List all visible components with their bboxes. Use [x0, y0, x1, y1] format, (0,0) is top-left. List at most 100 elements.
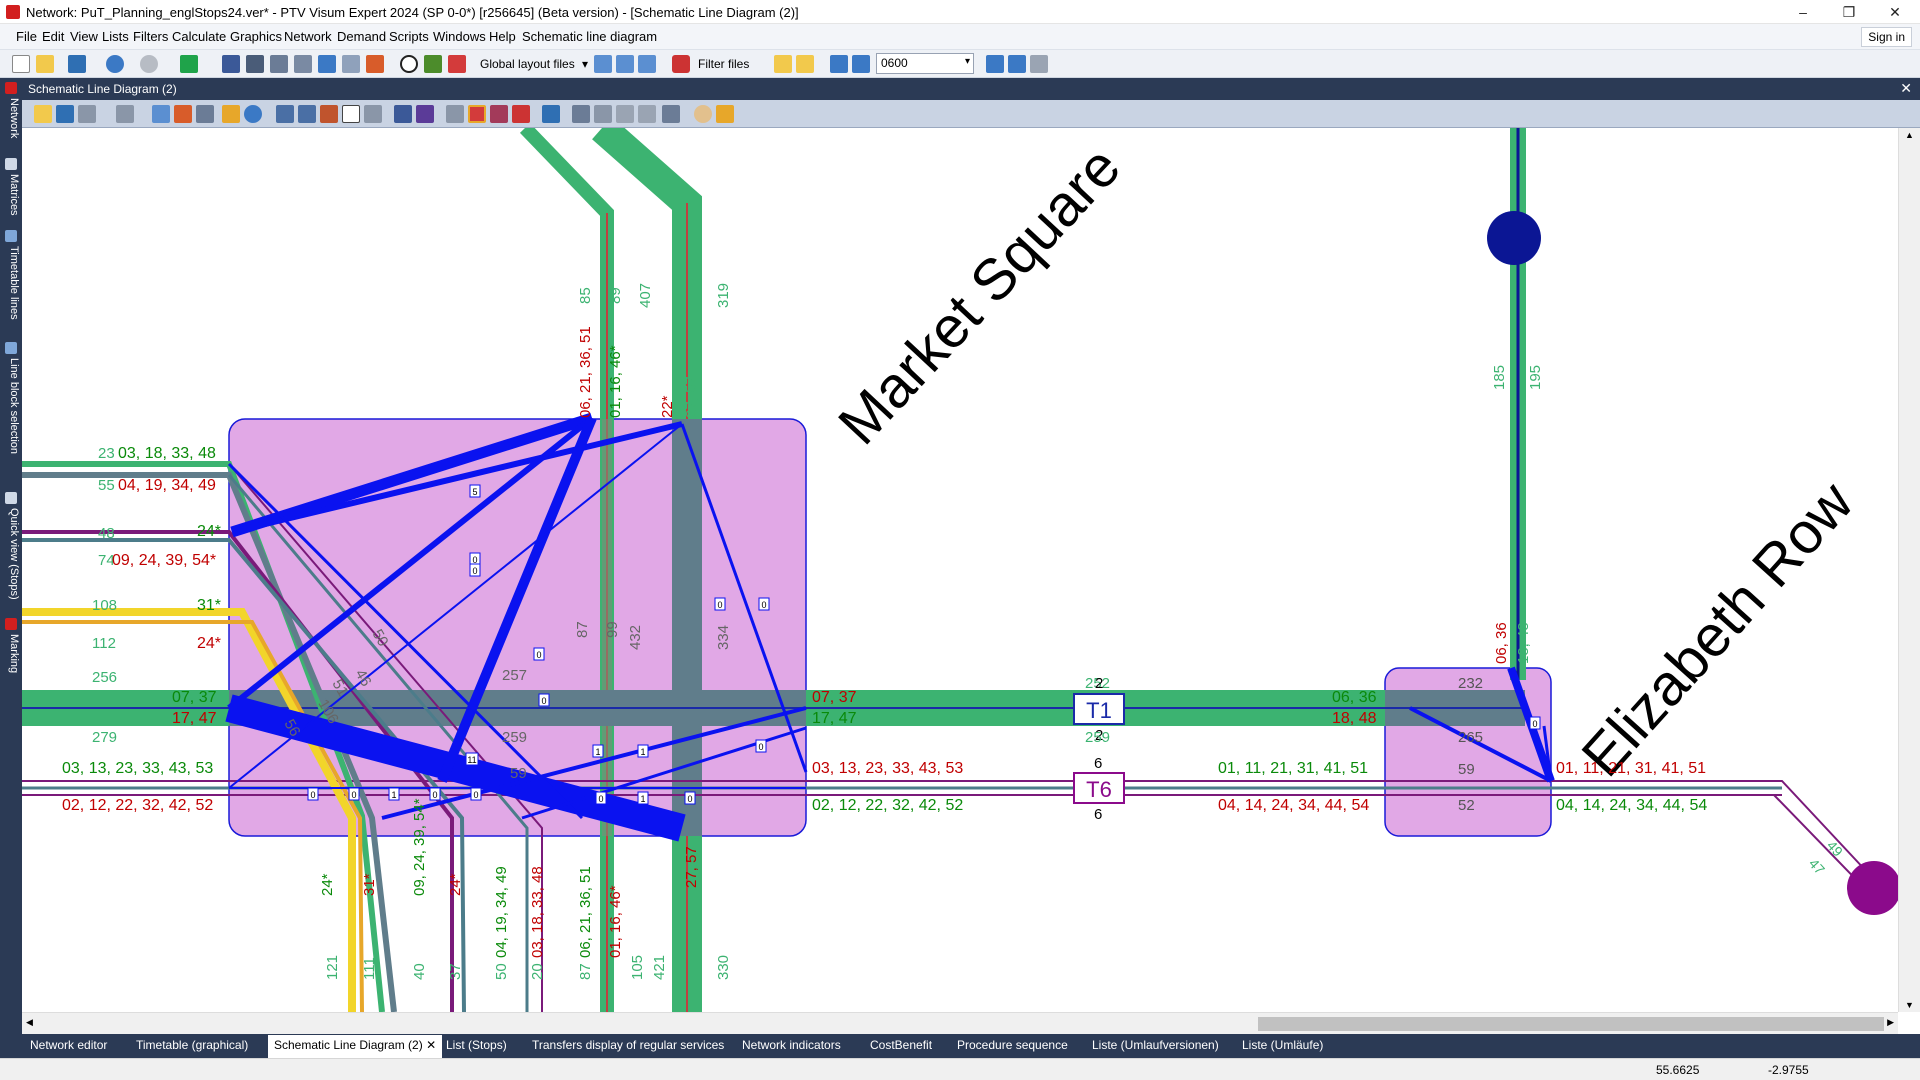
pan-hand-icon[interactable] — [694, 105, 712, 123]
stop-icon[interactable] — [1030, 55, 1048, 73]
pie-icon[interactable] — [244, 105, 262, 123]
stop-node-north[interactable] — [1487, 211, 1541, 265]
run-icon[interactable] — [180, 55, 198, 73]
menu-calculate[interactable]: Calculate — [172, 29, 226, 44]
skip-forward-icon[interactable] — [986, 55, 1004, 73]
bar-chart-icon[interactable] — [542, 105, 560, 123]
select-icon[interactable] — [572, 105, 590, 123]
view-icon[interactable] — [662, 105, 680, 123]
layers-icon[interactable] — [448, 55, 466, 73]
filter-files-button[interactable]: Filter files — [698, 57, 749, 71]
menu-schematic-line-diagram[interactable]: Schematic line diagram — [522, 29, 657, 44]
menu-file[interactable]: File — [16, 29, 37, 44]
home-icon[interactable] — [246, 55, 264, 73]
scroll-down-icon[interactable]: ▼ — [1905, 1000, 1914, 1010]
node-icon[interactable] — [446, 105, 464, 123]
transfer-icon[interactable] — [222, 105, 240, 123]
legend-icon[interactable] — [364, 105, 382, 123]
tab-network-editor[interactable]: Network editor — [30, 1038, 107, 1052]
lines-icon[interactable] — [174, 105, 192, 123]
close-icon[interactable]: ✕ — [1900, 80, 1912, 97]
tab-procedure-sequence[interactable]: Procedure sequence — [957, 1038, 1068, 1052]
skip-back-icon[interactable] — [852, 55, 870, 73]
list-icon[interactable] — [152, 105, 170, 123]
network-icon[interactable] — [222, 55, 240, 73]
menu-filters[interactable]: Filters — [133, 29, 168, 44]
graph-icon[interactable] — [318, 55, 336, 73]
matrix-icon[interactable] — [294, 55, 312, 73]
menu-scripts[interactable]: Scripts — [389, 29, 429, 44]
save-icon[interactable] — [68, 55, 86, 73]
undo-icon[interactable] — [106, 55, 124, 73]
close-icon[interactable]: ✕ — [426, 1038, 436, 1052]
histogram-icon[interactable] — [416, 105, 434, 123]
redo-icon[interactable] — [140, 55, 158, 73]
timetable-icon[interactable] — [366, 55, 384, 73]
step-back-icon[interactable] — [830, 55, 848, 73]
dock-tab-timetable-lines[interactable]: Timetable lines — [2, 246, 20, 320]
pencil-icon[interactable] — [320, 105, 338, 123]
menu-network[interactable]: Network — [284, 29, 332, 44]
chevron-down-icon[interactable]: ▾ — [582, 57, 588, 71]
settings-icon[interactable] — [196, 105, 214, 123]
tab-network-indicators[interactable]: Network indicators — [742, 1038, 841, 1052]
menu-graphics[interactable]: Graphics — [230, 29, 282, 44]
step-forward-icon[interactable] — [1008, 55, 1026, 73]
open-folder-icon[interactable] — [36, 55, 54, 73]
new-icon[interactable] — [12, 55, 30, 73]
record-icon[interactable] — [468, 105, 486, 123]
tab-liste-umlaufversionen[interactable]: Liste (Umlaufversionen) — [1092, 1038, 1219, 1052]
highlighter-icon[interactable] — [716, 105, 734, 123]
tag-icon[interactable] — [298, 105, 316, 123]
text-icon[interactable] — [342, 105, 360, 123]
restore-button[interactable]: ❐ — [1826, 0, 1872, 24]
tab-costbenefit[interactable]: CostBenefit — [870, 1038, 932, 1052]
stop-node-southeast[interactable] — [1847, 861, 1898, 915]
dock-tab-quick-view-stops[interactable]: Quick view (Stops) — [2, 508, 20, 600]
save-icon[interactable] — [56, 105, 74, 123]
chart-icon[interactable] — [424, 55, 442, 73]
dock-tab-network[interactable]: Network — [2, 98, 20, 138]
schematic-line-diagram-canvas[interactable]: T1 T6 Market Square Elizabeth Row 23 03,… — [22, 128, 1898, 1012]
horizontal-scroll-thumb[interactable] — [1258, 1017, 1884, 1031]
grid-icon[interactable] — [490, 105, 508, 123]
minimize-button[interactable]: – — [1780, 0, 1826, 24]
time-select[interactable]: 0600 ▾ — [876, 53, 974, 74]
vertical-scrollbar[interactable]: ▲ ▼ — [1898, 128, 1920, 1012]
menu-windows[interactable]: Windows — [433, 29, 486, 44]
close-button[interactable]: ✕ — [1872, 0, 1918, 24]
stop-icon[interactable] — [276, 105, 294, 123]
print-icon[interactable] — [78, 105, 96, 123]
circle-icon[interactable] — [400, 55, 418, 73]
menu-lists[interactable]: Lists — [102, 29, 129, 44]
zoom-icon[interactable] — [594, 105, 612, 123]
window-layout-icon[interactable] — [594, 55, 612, 73]
bars-icon[interactable] — [394, 105, 412, 123]
save-filter-icon[interactable] — [796, 55, 814, 73]
menu-view[interactable]: View — [70, 29, 98, 44]
tab-list-stops[interactable]: List (Stops) — [446, 1038, 507, 1052]
sign-in-button[interactable]: Sign in — [1861, 27, 1912, 47]
global-layout-files-button[interactable]: Global layout files — [480, 57, 575, 71]
scroll-up-icon[interactable]: ▲ — [1905, 130, 1914, 140]
forward-icon[interactable] — [638, 105, 656, 123]
dock-tab-line-block-selection[interactable]: Line block selection — [2, 358, 20, 454]
menu-help[interactable]: Help — [489, 29, 516, 44]
scroll-right-icon[interactable]: ▶ — [1887, 1017, 1894, 1028]
list-icon[interactable] — [270, 55, 288, 73]
scroll-left-icon[interactable]: ◀ — [26, 1017, 33, 1028]
back-icon[interactable] — [616, 105, 634, 123]
tab-liste-umlaeufe[interactable]: Liste (Umläufe) — [1242, 1038, 1323, 1052]
table-icon[interactable] — [342, 55, 360, 73]
open-filter-icon[interactable] — [774, 55, 792, 73]
tab-timetable-graphical[interactable]: Timetable (graphical) — [136, 1038, 248, 1052]
split-vertical-icon[interactable] — [638, 55, 656, 73]
menu-edit[interactable]: Edit — [42, 29, 64, 44]
split-horizontal-icon[interactable] — [616, 55, 634, 73]
dock-tab-matrices[interactable]: Matrices — [2, 174, 20, 216]
filter-icon[interactable] — [672, 55, 690, 73]
export-icon[interactable] — [116, 105, 134, 123]
tab-transfers-display[interactable]: Transfers display of regular services — [532, 1038, 724, 1052]
dock-tab-marking[interactable]: Marking — [2, 634, 20, 673]
tab-schematic-line-diagram[interactable]: Schematic Line Diagram (2) ✕ — [268, 1035, 443, 1058]
